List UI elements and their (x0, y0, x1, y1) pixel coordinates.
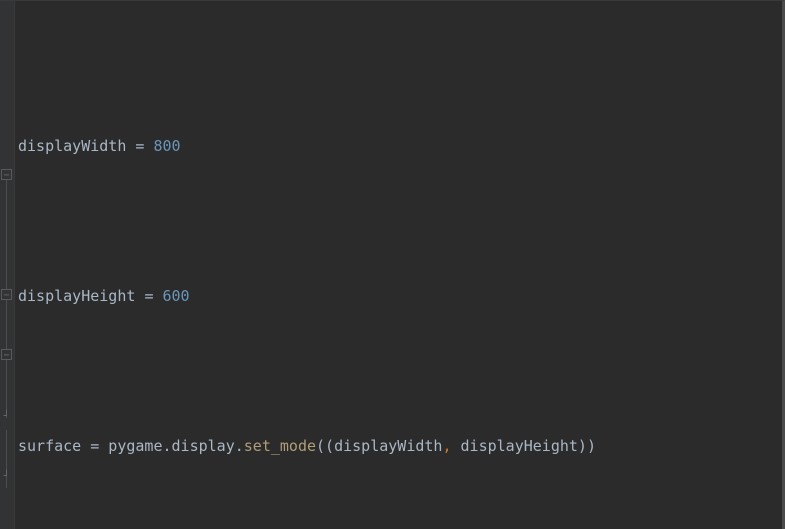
code-line[interactable]: displayWidth = 800 (18, 131, 782, 161)
identifier: pygame.display. (99, 437, 244, 455)
space (153, 287, 162, 305)
fold-marker-if[interactable]: − (1, 349, 12, 360)
number-literal: 800 (153, 137, 180, 155)
comma: , (442, 437, 460, 455)
code-area[interactable]: displayWidth = 800 displayHeight = 600 s… (14, 1, 782, 529)
identifier: surface (18, 437, 90, 455)
fold-marker-while[interactable]: − (1, 169, 12, 180)
number-literal: 600 (163, 287, 190, 305)
code-editor[interactable]: − − − ┘ ┘ displayWidth = 800 displayHeig… (0, 0, 785, 529)
operator: = (90, 437, 99, 455)
code-line[interactable]: surface = pygame.display.set_mode((displ… (18, 431, 782, 461)
gutter: − − − ┘ ┘ (0, 1, 15, 529)
fold-end-2[interactable]: ┘ (1, 471, 12, 482)
punct: ((displayWidth (316, 437, 442, 455)
fold-line-3 (6, 360, 7, 418)
identifier: displayHeight)) (461, 437, 596, 455)
fold-line-1 (6, 180, 7, 298)
fold-end-1[interactable]: ┘ (1, 411, 12, 422)
identifier: displayWidth (18, 137, 135, 155)
fold-marker-for[interactable]: − (1, 289, 12, 300)
function-name: set_mode (244, 437, 316, 455)
code-line[interactable]: displayHeight = 600 (18, 281, 782, 311)
identifier: displayHeight (18, 287, 144, 305)
